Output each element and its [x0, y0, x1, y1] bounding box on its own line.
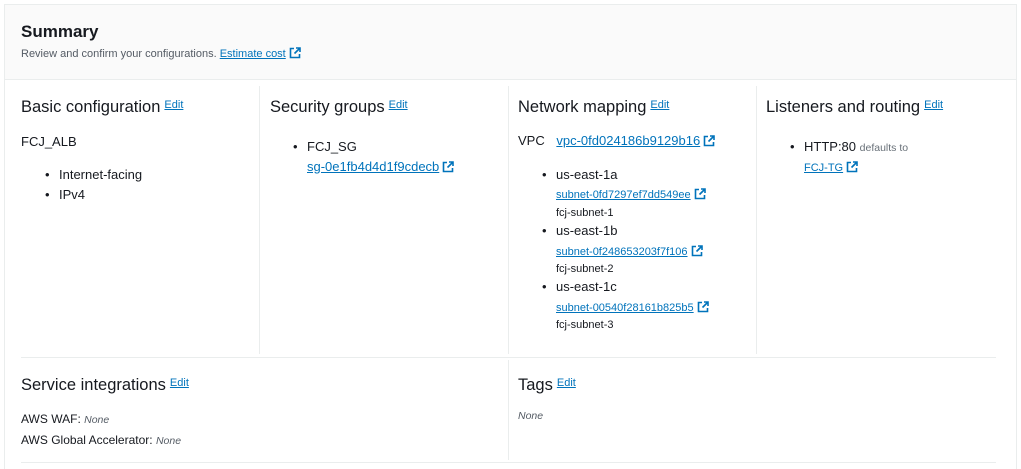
defaults-to-text: defaults to: [859, 142, 909, 154]
listeners-routing-title: Listeners and routing: [766, 98, 921, 116]
tags-value: None: [518, 410, 544, 422]
availability-zone: us-east-1a: [542, 167, 618, 182]
column-divider: [508, 360, 509, 460]
security-group-id-row: sg-0e1fb4d4d1f9cdecb: [307, 159, 455, 174]
global-accelerator-row: AWS Global Accelerator: None: [21, 433, 181, 447]
global-accelerator-value: None: [155, 435, 182, 447]
column-divider: [756, 86, 757, 354]
network-mapping-title: Network mapping: [518, 98, 647, 116]
subnet-name: fcj-subnet-2: [556, 263, 614, 275]
subnet-name: fcj-subnet-1: [556, 207, 614, 219]
ip-type-item: IPv4: [45, 187, 85, 202]
column-divider: [508, 86, 509, 354]
external-link-icon: [694, 188, 706, 200]
tags-heading: Tags Edit: [518, 376, 576, 395]
network-mapping-heading: Network mapping Edit: [518, 98, 669, 117]
tags-title: Tags: [518, 376, 553, 394]
listener-protocol-port: HTTP:80: [804, 139, 857, 154]
basic-configuration-title: Basic configuration: [21, 98, 161, 116]
external-link-icon: [691, 245, 703, 257]
summary-header: Summary Review and confirm your configur…: [5, 5, 1016, 80]
listener-item: HTTP:80 defaults to: [790, 139, 909, 154]
subnet-link[interactable]: subnet-0fd7297ef7dd549ee: [556, 189, 691, 201]
security-group-name: FCJ_SG: [293, 139, 357, 154]
vpc-link[interactable]: vpc-0fd024186b9129b16: [556, 133, 700, 148]
basic-edit-link[interactable]: Edit: [164, 99, 183, 111]
basic-configuration-heading: Basic configuration Edit: [21, 98, 183, 117]
subnet-name: fcj-subnet-3: [556, 319, 614, 331]
security-groups-title: Security groups: [270, 98, 385, 116]
availability-zone: us-east-1c: [542, 279, 617, 294]
load-balancer-name: FCJ_ALB: [21, 134, 77, 149]
summary-title: Summary: [21, 22, 99, 41]
subnet-link-row: subnet-00540f28161b825b5: [556, 301, 709, 314]
aws-waf-value: None: [84, 414, 110, 426]
listeners-edit-link[interactable]: Edit: [924, 99, 943, 111]
service-integrations-title: Service integrations: [21, 376, 166, 394]
subnet-link[interactable]: subnet-0f248653203f7f106: [556, 246, 688, 258]
aws-waf-row: AWS WAF: None: [21, 412, 109, 426]
service-integrations-heading: Service integrations Edit: [21, 376, 189, 395]
external-link-icon: [703, 135, 716, 147]
security-groups-heading: Security groups Edit: [270, 98, 408, 117]
global-accelerator-label: AWS Global Accelerator:: [21, 433, 153, 447]
external-link-icon: [442, 161, 455, 173]
subnet-link[interactable]: subnet-00540f28161b825b5: [556, 302, 694, 314]
scheme-item: Internet-facing: [45, 167, 142, 182]
estimate-cost-link[interactable]: Estimate cost: [220, 47, 301, 60]
network-edit-link[interactable]: Edit: [650, 99, 669, 111]
subnet-link-row: subnet-0fd7297ef7dd549ee: [556, 188, 706, 201]
row-divider: [21, 357, 996, 358]
target-group-link[interactable]: FCJ-TG: [804, 162, 843, 174]
summary-panel: Summary Review and confirm your configur…: [4, 4, 1017, 469]
summary-description: Review and confirm your configurations. …: [21, 47, 301, 60]
target-group-row: FCJ-TG: [804, 161, 858, 174]
column-divider: [259, 86, 260, 354]
listeners-routing-heading: Listeners and routing Edit: [766, 98, 943, 117]
security-group-link[interactable]: sg-0e1fb4d4d1f9cdecb: [307, 159, 439, 174]
availability-zone: us-east-1b: [542, 223, 618, 238]
service-edit-link[interactable]: Edit: [170, 377, 189, 389]
vpc-row: VPC vpc-0fd024186b9129b16: [518, 133, 716, 148]
aws-waf-label: AWS WAF:: [21, 412, 81, 426]
subnet-link-row: subnet-0f248653203f7f106: [556, 245, 703, 258]
security-edit-link[interactable]: Edit: [389, 99, 408, 111]
row-divider: [21, 462, 996, 463]
external-link-icon: [289, 47, 301, 59]
external-link-icon: [697, 301, 709, 313]
summary-description-text: Review and confirm your configurations.: [21, 48, 217, 60]
external-link-icon: [846, 161, 858, 173]
vpc-label: VPC: [518, 133, 545, 148]
tags-edit-link[interactable]: Edit: [557, 377, 576, 389]
